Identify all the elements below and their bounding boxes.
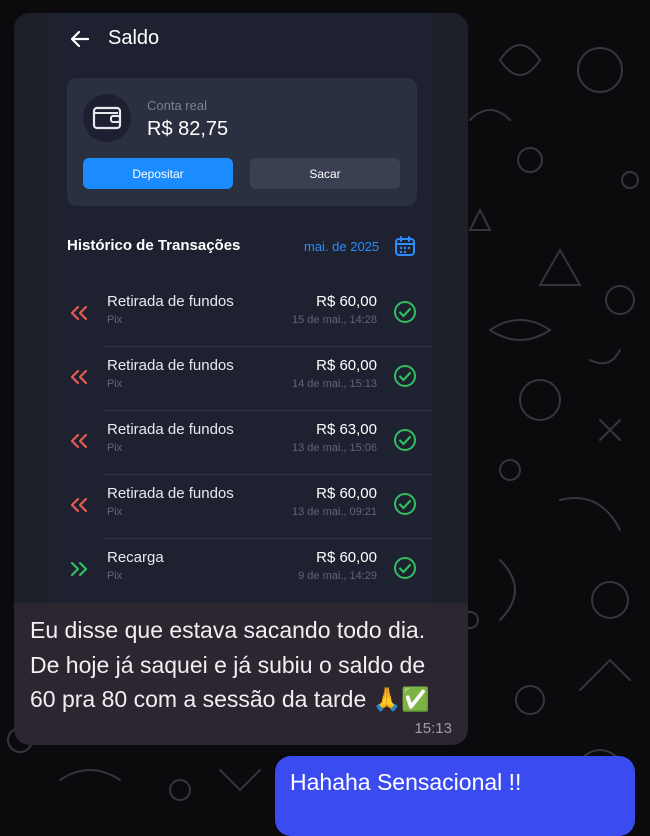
transaction-amount: R$ 60,00 xyxy=(316,293,377,310)
transaction-datetime: 13 de mai., 15:06 xyxy=(291,442,377,454)
account-card: Conta real R$ 82,75 Depositar Sacar xyxy=(67,78,417,206)
transaction-method: Pix xyxy=(107,378,123,390)
transaction-amount: R$ 60,00 xyxy=(316,485,377,502)
balance-screen: Saldo Conta real R$ 82,75 Depositar Saca… xyxy=(50,13,432,603)
screenshot-blurred-left-edge xyxy=(14,13,50,603)
transaction-row[interactable]: Retirada de fundos Pix R$ 60,00 13 de ma… xyxy=(50,475,432,539)
check-circle-icon xyxy=(394,429,416,451)
transaction-name: Recarga xyxy=(107,549,164,566)
screenshot-image: Saldo Conta real R$ 82,75 Depositar Saca… xyxy=(14,13,468,603)
transaction-row[interactable]: Retirada de fundos Pix R$ 60,00 14 de ma… xyxy=(50,347,432,411)
withdraw-button[interactable]: Sacar xyxy=(250,158,400,189)
screenshot-blurred-right-edge xyxy=(432,13,468,603)
app-header: Saldo xyxy=(50,13,432,65)
message-timestamp: 15:13 xyxy=(414,720,452,737)
wallet-icon xyxy=(83,94,131,142)
transaction-datetime: 15 de mai., 14:28 xyxy=(291,314,377,326)
transaction-datetime: 13 de mai., 09:21 xyxy=(291,506,377,518)
transaction-name: Retirada de fundos xyxy=(107,485,234,502)
withdraw-arrows-icon xyxy=(70,497,88,513)
page-title: Saldo xyxy=(108,27,160,49)
account-balance: R$ 82,75 xyxy=(147,118,229,140)
transaction-amount: R$ 60,00 xyxy=(316,549,377,566)
withdraw-arrows-icon xyxy=(70,305,88,321)
check-circle-icon xyxy=(394,301,416,323)
transaction-method: Pix xyxy=(107,570,123,582)
transaction-amount: R$ 63,00 xyxy=(316,421,377,438)
deposit-button[interactable]: Depositar xyxy=(83,158,233,189)
transaction-datetime: 14 de mai., 15:13 xyxy=(291,378,377,390)
transaction-name: Retirada de fundos xyxy=(107,421,234,438)
transaction-method: Pix xyxy=(107,506,123,518)
withdraw-arrows-icon xyxy=(70,369,88,385)
transaction-history-title: Histórico de Transações xyxy=(67,237,241,254)
transaction-datetime: 9 de mai., 14:29 xyxy=(298,570,377,582)
transaction-method: Pix xyxy=(107,314,123,326)
outgoing-message-bubble[interactable]: Hahaha Sensacional !! xyxy=(275,756,635,836)
transaction-name: Retirada de fundos xyxy=(107,357,234,374)
transaction-amount: R$ 60,00 xyxy=(316,357,377,374)
check-circle-icon xyxy=(394,557,416,579)
withdraw-arrows-icon xyxy=(70,433,88,449)
calendar-icon[interactable] xyxy=(393,234,417,258)
incoming-message-bubble[interactable]: Saldo Conta real R$ 82,75 Depositar Saca… xyxy=(14,13,468,745)
account-type-label: Conta real xyxy=(147,98,207,113)
history-period-selector[interactable]: mai. de 2025 xyxy=(304,239,379,254)
deposit-arrows-icon xyxy=(70,561,88,577)
transaction-row[interactable]: Retirada de fundos Pix R$ 63,00 13 de ma… xyxy=(50,411,432,475)
transaction-row[interactable]: Recarga Pix R$ 60,00 9 de mai., 14:29 xyxy=(50,539,432,603)
outgoing-message-text: Hahaha Sensacional !! xyxy=(290,769,522,795)
transaction-row[interactable]: Retirada de fundos Pix R$ 60,00 15 de ma… xyxy=(50,283,432,347)
transaction-method: Pix xyxy=(107,442,123,454)
back-arrow-icon[interactable] xyxy=(66,25,94,53)
check-circle-icon xyxy=(394,493,416,515)
transaction-name: Retirada de fundos xyxy=(107,293,234,310)
incoming-message-text: Eu disse que estava sacando todo dia. De… xyxy=(30,617,430,712)
check-circle-icon xyxy=(394,365,416,387)
